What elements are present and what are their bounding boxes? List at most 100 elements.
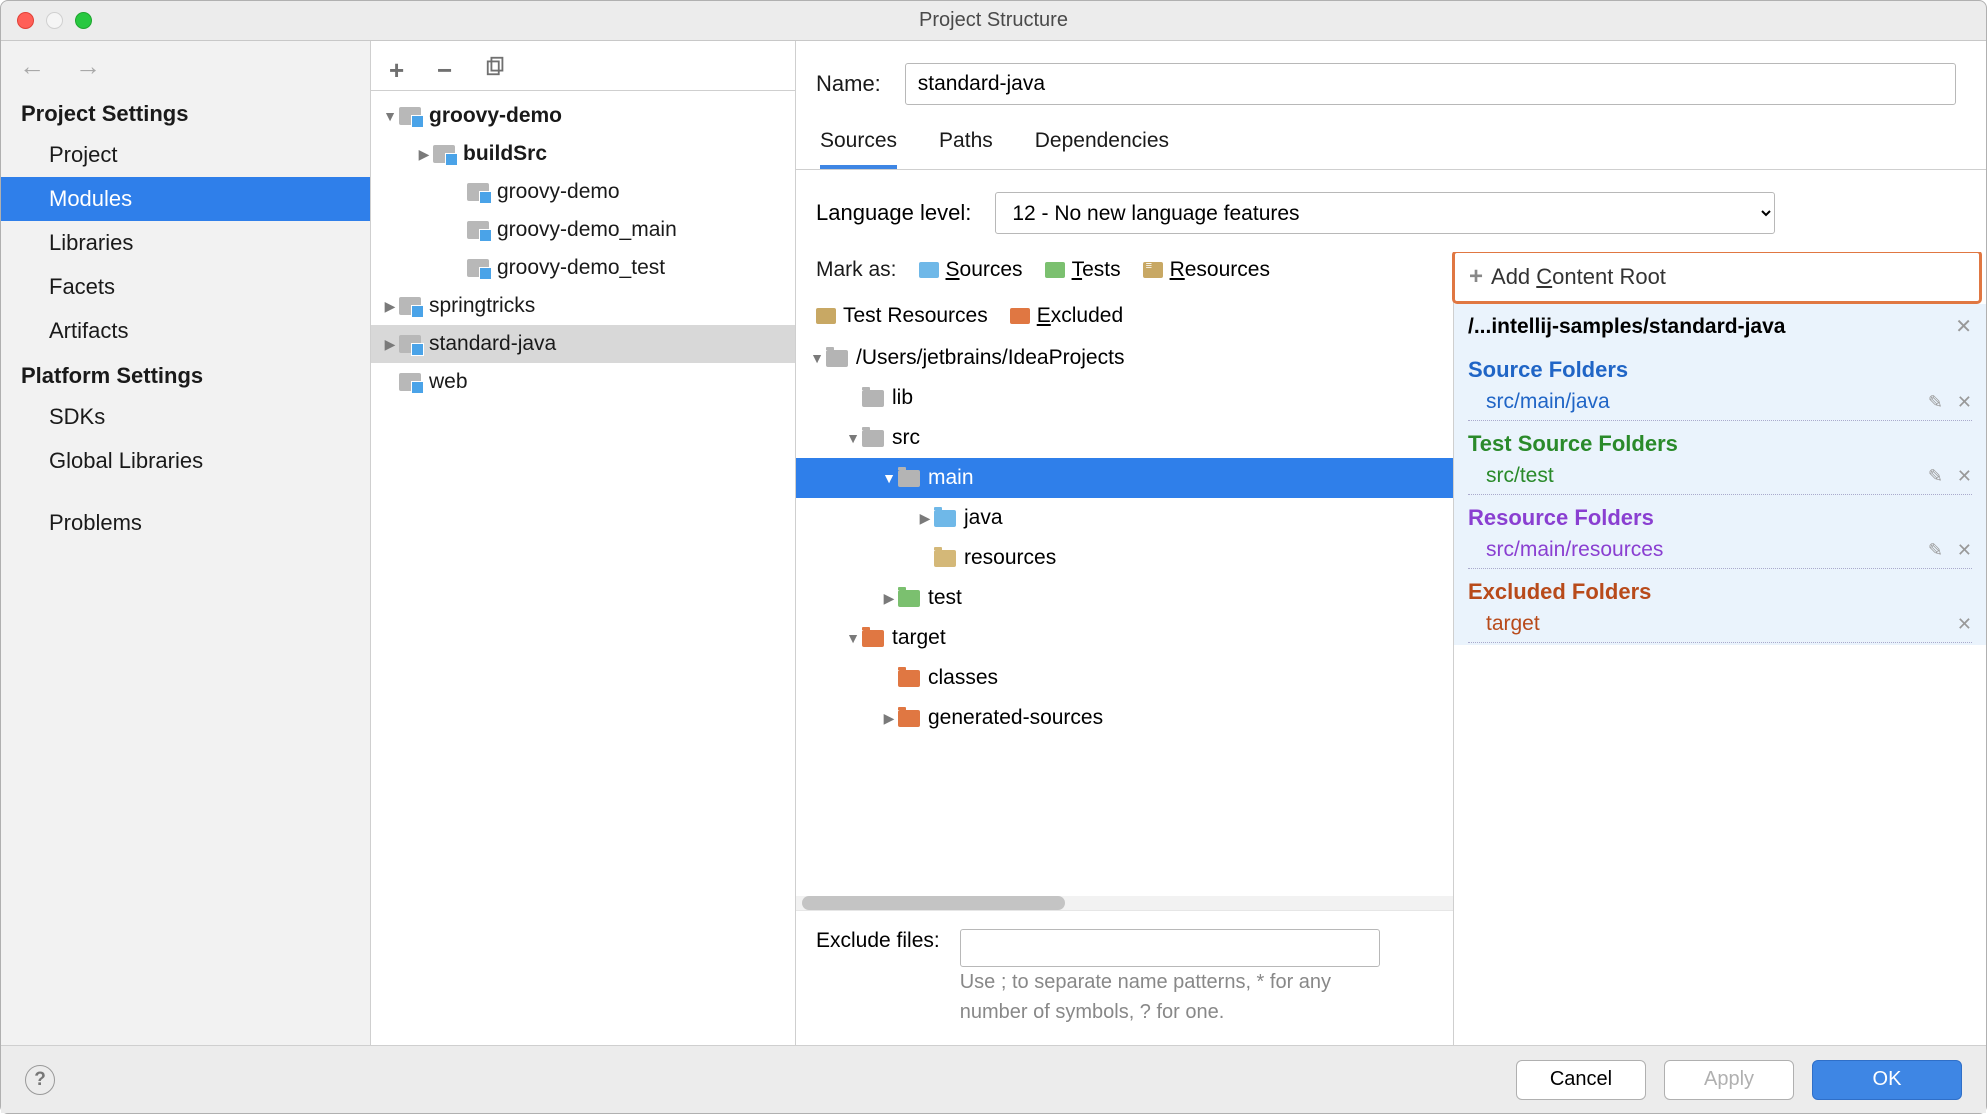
- folder-group-title: Resource Folders: [1468, 505, 1972, 531]
- sidebar-item-modules[interactable]: Modules: [1, 177, 370, 221]
- chevron-icon[interactable]: ▼: [880, 470, 898, 486]
- edit-icon[interactable]: ✎: [1928, 392, 1943, 413]
- module-label: springtricks: [429, 294, 535, 318]
- module-tree-item[interactable]: ▶standard-java: [371, 325, 795, 363]
- mark-as-test-resources[interactable]: Test Resources: [816, 304, 988, 328]
- tab-sources[interactable]: Sources: [820, 129, 897, 169]
- module-name-input[interactable]: [905, 63, 1956, 105]
- module-tree-item[interactable]: groovy-demo_main: [371, 211, 795, 249]
- mark-as-excluded[interactable]: Excluded: [1010, 304, 1123, 328]
- language-level-select[interactable]: 12 - No new language features: [995, 192, 1775, 234]
- cancel-button[interactable]: Cancel: [1516, 1060, 1646, 1100]
- chevron-icon[interactable]: ▼: [381, 108, 399, 124]
- module-label: buildSrc: [463, 142, 547, 166]
- exclude-files-input[interactable]: [960, 929, 1380, 967]
- module-icon: [467, 183, 489, 201]
- folder-label: java: [964, 506, 1003, 530]
- apply-button[interactable]: Apply: [1664, 1060, 1794, 1100]
- folder-entry[interactable]: src/main/resources✎✕: [1468, 535, 1972, 569]
- window-title: Project Structure: [1, 9, 1986, 32]
- add-icon[interactable]: +: [389, 55, 411, 77]
- sidebar-item-libraries[interactable]: Libraries: [1, 221, 370, 265]
- source-tree-item[interactable]: classes: [796, 658, 1453, 698]
- module-tree-item[interactable]: ▶ buildSrc: [371, 135, 795, 173]
- copy-icon[interactable]: [485, 55, 507, 77]
- tab-paths[interactable]: Paths: [939, 129, 993, 169]
- source-tree-item[interactable]: resources: [796, 538, 1453, 578]
- folder-label: resources: [964, 546, 1056, 570]
- folder-label: main: [928, 466, 974, 490]
- help-icon[interactable]: ?: [25, 1065, 55, 1095]
- sidebar-item-project[interactable]: Project: [1, 133, 370, 177]
- chevron-icon[interactable]: ▶: [415, 146, 433, 163]
- exclude-files-label: Exclude files:: [816, 929, 940, 953]
- module-icon: [399, 107, 421, 125]
- module-list-panel: + − ▼groovy-demo▶buildSrcgroovy-demogroo…: [371, 41, 796, 1045]
- horizontal-scrollbar[interactable]: [796, 896, 1453, 910]
- folder-entry[interactable]: target✕: [1468, 609, 1972, 643]
- chevron-icon[interactable]: ▶: [381, 336, 399, 353]
- module-icon: [433, 145, 455, 163]
- sidebar-item-problems[interactable]: Problems: [1, 501, 370, 545]
- content-root-path[interactable]: /...intellij-samples/standard-java ✕: [1454, 304, 1986, 349]
- folder-label: /Users/jetbrains/IdeaProjects: [856, 346, 1124, 370]
- mark-as-resources[interactable]: Resources: [1143, 258, 1270, 282]
- chevron-icon[interactable]: ▶: [381, 298, 399, 315]
- source-tree-item[interactable]: ▼target: [796, 618, 1453, 658]
- mark-as-label: Mark as:: [816, 258, 897, 282]
- source-tree-item[interactable]: ▶ java: [796, 498, 1453, 538]
- module-tabs: Sources Paths Dependencies: [796, 117, 1986, 170]
- source-tree-item[interactable]: ▶test: [796, 578, 1453, 618]
- remove-icon[interactable]: ✕: [1957, 540, 1972, 561]
- remove-icon[interactable]: ✕: [1957, 392, 1972, 413]
- chevron-icon[interactable]: ▶: [880, 710, 898, 727]
- edit-icon[interactable]: ✎: [1928, 540, 1943, 561]
- module-label: groovy-demo_test: [497, 256, 665, 280]
- chevron-icon[interactable]: ▶: [916, 510, 934, 527]
- chevron-icon[interactable]: ▼: [844, 430, 862, 446]
- module-tree-item[interactable]: ▶ springtricks: [371, 287, 795, 325]
- folder-entry[interactable]: src/test✎✕: [1468, 461, 1972, 495]
- mark-as-tests[interactable]: Tests: [1045, 258, 1121, 282]
- exclude-files-hint: Use ; to separate name patterns, * for a…: [960, 967, 1390, 1027]
- tab-dependencies[interactable]: Dependencies: [1035, 129, 1169, 169]
- source-tree-item[interactable]: ▼ /Users/jetbrains/IdeaProjects: [796, 338, 1453, 378]
- sidebar-item-artifacts[interactable]: Artifacts: [1, 309, 370, 353]
- mark-as-sources[interactable]: Sources: [919, 258, 1023, 282]
- sidebar-item-sdks[interactable]: SDKs: [1, 395, 370, 439]
- chevron-icon[interactable]: ▶: [880, 590, 898, 607]
- remove-icon[interactable]: −: [437, 55, 459, 77]
- folder-entry[interactable]: src/main/java✎✕: [1468, 387, 1972, 421]
- folder-icon: [898, 710, 920, 727]
- source-tree-item[interactable]: ▼ main: [796, 458, 1453, 498]
- folder-icon: [934, 550, 956, 567]
- module-tree-item[interactable]: groovy-demo_test: [371, 249, 795, 287]
- source-tree-item[interactable]: lib: [796, 378, 1453, 418]
- module-tree-item[interactable]: ▼groovy-demo: [371, 97, 795, 135]
- chevron-icon[interactable]: ▼: [808, 350, 826, 366]
- titlebar: Project Structure: [1, 1, 1986, 41]
- forward-icon[interactable]: →: [75, 51, 101, 82]
- sidebar-item-facets[interactable]: Facets: [1, 265, 370, 309]
- remove-root-icon[interactable]: ✕: [1955, 314, 1972, 339]
- remove-icon[interactable]: ✕: [1957, 466, 1972, 487]
- add-content-root-button[interactable]: + Add Content Root: [1452, 252, 1982, 304]
- module-detail-panel: Name: SourcesPathsDependencies Language …: [796, 41, 1986, 1045]
- source-tree-item[interactable]: ▼src: [796, 418, 1453, 458]
- remove-icon[interactable]: ✕: [1957, 614, 1972, 635]
- module-tree[interactable]: ▼groovy-demo▶buildSrcgroovy-demogroovy-d…: [371, 91, 795, 1045]
- sidebar-item-global-libraries[interactable]: Global Libraries: [1, 439, 370, 483]
- edit-icon[interactable]: ✎: [1928, 466, 1943, 487]
- ok-button[interactable]: OK: [1812, 1060, 1962, 1100]
- back-icon[interactable]: ←: [19, 51, 45, 82]
- module-tree-item[interactable]: web: [371, 363, 795, 401]
- module-icon: [467, 221, 489, 239]
- folder-icon: [919, 262, 939, 278]
- module-tree-item[interactable]: groovy-demo: [371, 173, 795, 211]
- folder-icon: [898, 590, 920, 607]
- module-icon: [399, 373, 421, 391]
- source-tree-item[interactable]: ▶generated-sources: [796, 698, 1453, 738]
- folder-icon: [1010, 308, 1030, 324]
- source-tree[interactable]: ▼/Users/jetbrains/IdeaProjectslib▼src▼ma…: [796, 338, 1453, 896]
- chevron-icon[interactable]: ▼: [844, 630, 862, 646]
